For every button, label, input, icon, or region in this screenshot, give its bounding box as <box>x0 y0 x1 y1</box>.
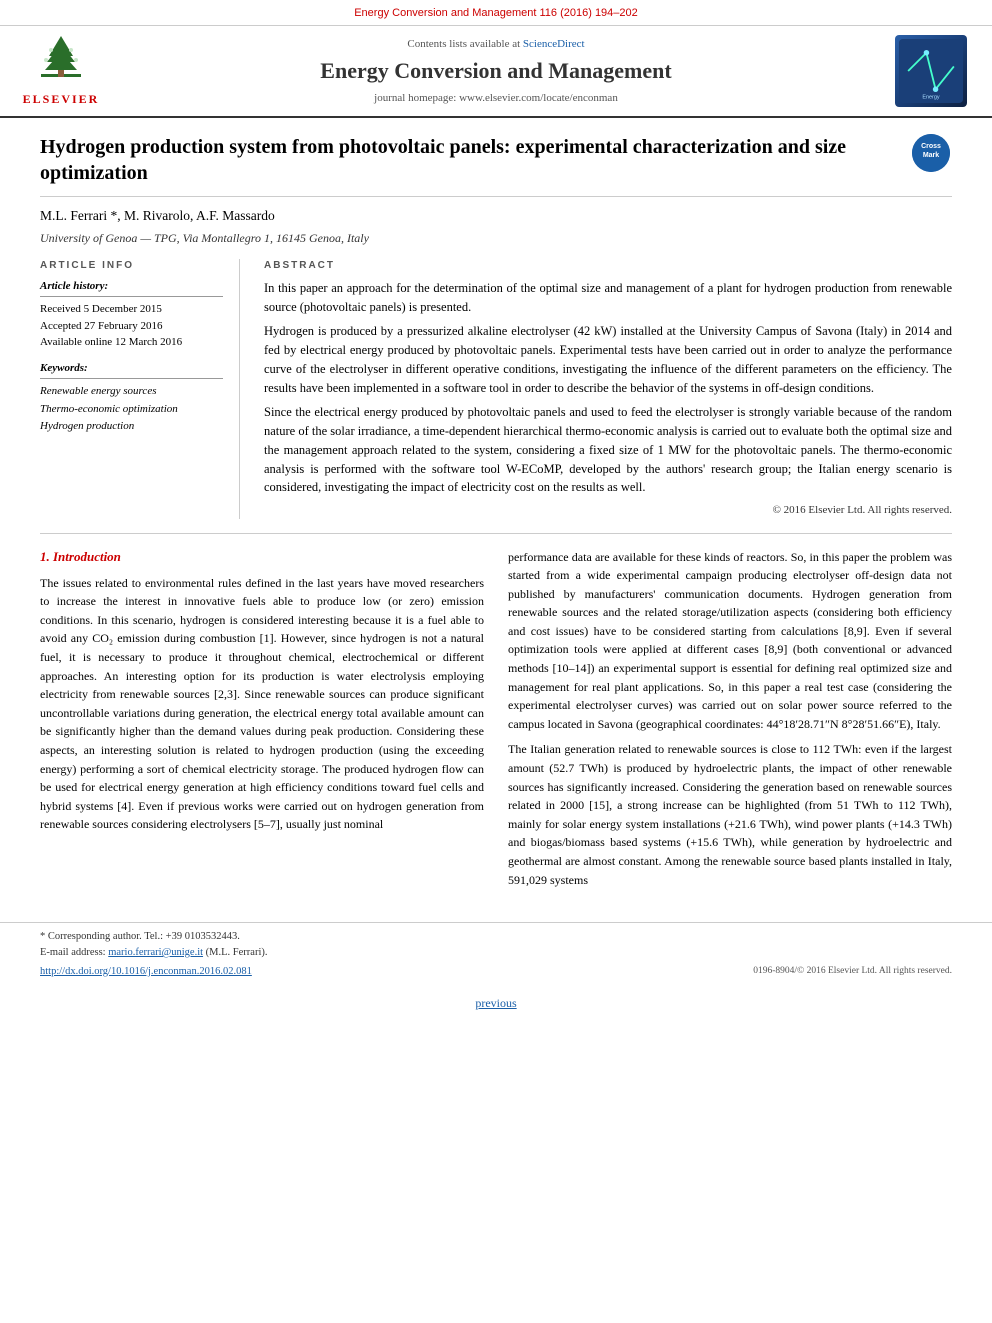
abstract-label: ABSTRACT <box>264 259 952 273</box>
elsevier-wordmark: ELSEVIER <box>23 91 100 108</box>
intro-para-3: The Italian generation related to renewa… <box>508 740 952 889</box>
abstract-text: In this paper an approach for the determ… <box>264 279 952 497</box>
keywords-label: Keywords: <box>40 361 223 379</box>
corresponding-author-note: * Corresponding author. Tel.: +39 010353… <box>40 929 952 945</box>
svg-text:Energy: Energy <box>922 95 940 101</box>
article-info-col: ARTICLE INFO Article history: Received 5… <box>40 259 240 519</box>
svg-text:Cross: Cross <box>921 143 941 150</box>
journal-logo-box: Energy <box>895 35 967 107</box>
science-direct-link: Contents lists available at ScienceDirec… <box>407 37 584 52</box>
affiliation: University of Genoa — TPG, Via Montalleg… <box>40 230 952 247</box>
section-1-right-text: performance data are available for these… <box>508 548 952 890</box>
journal-center-info: Contents lists available at ScienceDirec… <box>116 34 876 108</box>
previous-link[interactable]: previous <box>475 996 516 1010</box>
abstract-para-3: Since the electrical energy produced by … <box>264 403 952 497</box>
email-author: (M.L. Ferrari). <box>206 947 268 958</box>
science-direct-url[interactable]: ScienceDirect <box>523 38 585 50</box>
journal-title: Energy Conversion and Management <box>320 56 671 87</box>
email-label: E-mail address: <box>40 947 106 958</box>
crossmark-icon: Cross Mark <box>912 134 950 172</box>
copyright-line: © 2016 Elsevier Ltd. All rights reserved… <box>264 503 952 518</box>
article-info-label: ARTICLE INFO <box>40 259 223 273</box>
crossmark-badge: Cross Mark <box>912 134 952 174</box>
received-date: Received 5 December 2015 <box>40 301 223 318</box>
journal-citation: Energy Conversion and Management 116 (20… <box>354 7 638 19</box>
abstract-col: ABSTRACT In this paper an approach for t… <box>264 259 952 519</box>
article-history-section: Article history: Received 5 December 201… <box>40 279 223 351</box>
corresponding-note: * Corresponding author. Tel.: +39 010353… <box>40 931 240 942</box>
section-1-left-text: The issues related to environmental rule… <box>40 574 484 834</box>
doi-link[interactable]: http://dx.doi.org/10.1016/j.enconman.201… <box>40 965 252 980</box>
accepted-date: Accepted 27 February 2016 <box>40 318 223 335</box>
main-content: 1. Introduction The issues related to en… <box>40 548 952 897</box>
article-title-section: Hydrogen production system from photovol… <box>40 134 952 197</box>
elsevier-tree-icon <box>31 34 91 89</box>
elsevier-logo-area: ELSEVIER <box>16 34 106 108</box>
article-history-label: Article history: <box>40 279 223 297</box>
svg-text:Mark: Mark <box>923 152 939 159</box>
keyword-3: Hydrogen production <box>40 418 223 436</box>
authors-line: M.L. Ferrari *, M. Rivarolo, A.F. Massar… <box>40 207 952 226</box>
section-title-text: Introduction <box>53 549 121 564</box>
section-1-title: 1. Introduction <box>40 548 484 566</box>
top-bar: Energy Conversion and Management 116 (20… <box>0 0 992 26</box>
author-names: M.L. Ferrari *, M. Rivarolo, A.F. Massar… <box>40 208 275 223</box>
email-link[interactable]: mario.ferrari@unige.it <box>108 947 203 958</box>
journal-homepage: journal homepage: www.elsevier.com/locat… <box>374 91 618 106</box>
journal-logo-graphic: Energy <box>899 36 963 106</box>
section-number: 1. <box>40 549 50 564</box>
footer: * Corresponding author. Tel.: +39 010353… <box>0 922 992 985</box>
doi-bar: http://dx.doi.org/10.1016/j.enconman.201… <box>40 965 952 980</box>
keyword-1: Renewable energy sources <box>40 383 223 401</box>
keyword-2: Thermo-economic optimization <box>40 401 223 419</box>
intro-para-2: performance data are available for these… <box>508 548 952 734</box>
info-abstract-row: ARTICLE INFO Article history: Received 5… <box>40 259 952 534</box>
journal-logo-right: Energy <box>886 34 976 108</box>
main-col-right: performance data are available for these… <box>508 548 952 897</box>
abstract-para-2: Hydrogen is produced by a pressurized al… <box>264 322 952 397</box>
page: Energy Conversion and Management 116 (20… <box>0 0 992 1323</box>
keywords-list: Renewable energy sources Thermo-economic… <box>40 383 223 436</box>
journal-header: ELSEVIER Contents lists available at Sci… <box>0 26 992 118</box>
keywords-section: Keywords: Renewable energy sources Therm… <box>40 361 223 436</box>
issn-text: 0196-8904/© 2016 Elsevier Ltd. All right… <box>753 965 952 978</box>
article-container: Hydrogen production system from photovol… <box>0 118 992 912</box>
main-col-left: 1. Introduction The issues related to en… <box>40 548 484 897</box>
intro-para-1: The issues related to environmental rule… <box>40 574 484 834</box>
email-note: E-mail address: mario.ferrari@unige.it (… <box>40 945 952 961</box>
article-title: Hydrogen production system from photovol… <box>40 134 902 186</box>
abstract-para-1: In this paper an approach for the determ… <box>264 279 952 317</box>
elsevier-logo: ELSEVIER <box>23 34 100 108</box>
available-date: Available online 12 March 2016 <box>40 334 223 351</box>
navigation-bar: previous <box>0 985 992 1022</box>
